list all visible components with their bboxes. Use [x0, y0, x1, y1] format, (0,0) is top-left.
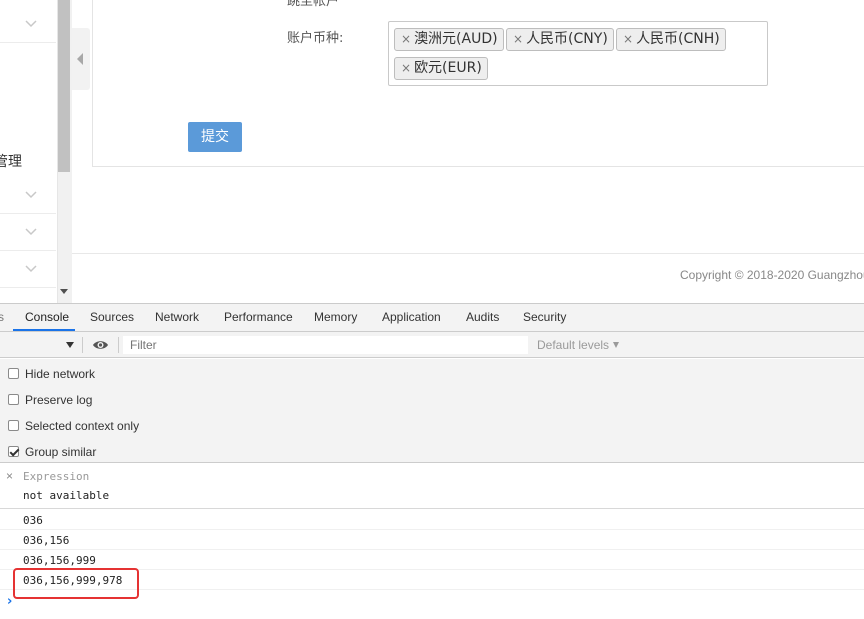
tab-network[interactable]: Network: [155, 310, 199, 324]
tab-console[interactable]: Console: [25, 310, 69, 324]
checkbox-label[interactable]: Selected context only: [25, 419, 139, 433]
sidebar: 管理: [0, 0, 58, 303]
active-tab-indicator: [13, 329, 75, 331]
screenshot-root: 管理 跳至帐户 账户币种: × 澳洲元(AUD) × 人民币(CNY) × 人民币(C…: [0, 0, 864, 619]
log-levels-label: Default levels: [537, 338, 610, 352]
toolbar-divider: [118, 337, 119, 353]
sidebar-item[interactable]: [0, 251, 56, 288]
checkbox[interactable]: [8, 394, 19, 405]
log-levels-dropdown[interactable]: Default levels: [537, 338, 620, 352]
remove-tag-icon[interactable]: ×: [401, 61, 411, 75]
tag-label: 欧元(EUR): [414, 60, 482, 76]
remove-tag-icon[interactable]: ×: [401, 32, 411, 46]
sidebar-collapse-toggle[interactable]: [72, 28, 90, 90]
devtools-panel: s Console Sources Network Performance Me…: [0, 303, 864, 619]
eye-icon[interactable]: [92, 338, 109, 352]
console-prompt-icon[interactable]: ›: [7, 594, 12, 609]
tab-application[interactable]: Application: [382, 310, 441, 324]
chevron-down-icon: [25, 20, 37, 28]
checkbox-label[interactable]: Hide network: [25, 367, 95, 381]
live-expression-input[interactable]: Expression: [23, 470, 89, 483]
chevron-left-icon: [77, 53, 83, 65]
console-log-row: 036,156,999: [0, 550, 864, 570]
checkbox[interactable]: [8, 368, 19, 379]
currency-tag[interactable]: × 人民币(CNH): [616, 28, 726, 51]
sidebar-item[interactable]: [0, 177, 56, 214]
sidebar-item[interactable]: [0, 214, 56, 251]
copyright-text: Copyright © 2018-2020 Guangzhou: [680, 268, 864, 282]
console-filter-input[interactable]: [123, 336, 528, 354]
tab-memory[interactable]: Memory: [314, 310, 357, 324]
log-text: 036,156: [23, 534, 70, 547]
checkbox[interactable]: [8, 420, 19, 431]
currency-tag[interactable]: × 澳洲元(AUD): [394, 28, 504, 51]
chevron-down-icon: [25, 265, 37, 273]
highlight-annotation: [13, 568, 139, 599]
sidebar-item-label[interactable]: 管理: [0, 151, 22, 171]
footer-divider: [72, 253, 864, 254]
scroll-down-arrow-icon[interactable]: [60, 289, 68, 294]
tab-audits[interactable]: Audits: [466, 310, 499, 324]
chevron-down-icon: [25, 228, 37, 236]
remove-tag-icon[interactable]: ×: [513, 32, 523, 46]
log-text: 036: [23, 514, 43, 527]
field-label-cut: 跳至帐户: [287, 0, 340, 9]
tag-label: 人民币(CNH): [636, 31, 720, 47]
tab-performance[interactable]: Performance: [224, 310, 293, 324]
currency-field-label: 账户币种:: [287, 31, 344, 46]
caret-down-icon: [613, 342, 620, 348]
tab-sources[interactable]: Sources: [90, 310, 134, 324]
currency-tag[interactable]: × 欧元(EUR): [394, 57, 488, 80]
console-settings: Hide network Preserve log Selected conte…: [0, 359, 864, 463]
checkbox-checked[interactable]: [8, 446, 19, 457]
sidebar-item[interactable]: [0, 6, 56, 43]
console-toolbar: Default levels: [0, 332, 864, 358]
console-log-row: 036: [0, 510, 864, 530]
tag-label: 人民币(CNY): [526, 31, 608, 47]
sidebar-scrollbar-thumb[interactable]: [58, 0, 70, 172]
live-expression: × Expression not available: [0, 464, 864, 509]
tab-security[interactable]: Security: [523, 310, 566, 324]
remove-tag-icon[interactable]: ×: [623, 32, 633, 46]
currency-tag[interactable]: × 人民币(CNY): [506, 28, 614, 51]
context-dropdown-icon[interactable]: [66, 342, 74, 348]
checkbox-label[interactable]: Preserve log: [25, 393, 92, 407]
toolbar-divider: [82, 337, 83, 353]
checkbox-label[interactable]: Group similar: [25, 445, 96, 459]
submit-button[interactable]: 提交: [188, 122, 242, 152]
devtools-tab-bar: s Console Sources Network Performance Me…: [0, 304, 864, 332]
chevron-down-icon: [25, 191, 37, 199]
tab-elements-partial[interactable]: s: [0, 310, 4, 324]
web-page: 管理 跳至帐户 账户币种: × 澳洲元(AUD) × 人民币(CNY) × 人民币(C…: [0, 0, 864, 303]
tag-label: 澳洲元(AUD): [414, 31, 498, 47]
close-icon[interactable]: ×: [6, 469, 13, 483]
currency-multiselect[interactable]: × 澳洲元(AUD) × 人民币(CNY) × 人民币(CNH) × 欧元(EUR): [388, 21, 768, 86]
live-expression-value: not available: [23, 489, 110, 502]
log-text: 036,156,999: [23, 554, 96, 567]
console-log-row: 036,156: [0, 530, 864, 550]
